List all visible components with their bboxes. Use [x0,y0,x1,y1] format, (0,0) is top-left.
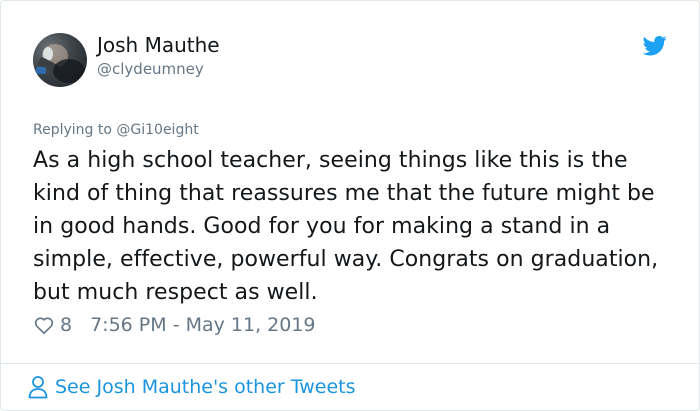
replying-prefix: Replying to [33,122,112,138]
twitter-bird-icon[interactable] [643,35,667,57]
reply-handle-link[interactable]: @Gi10eight [116,122,198,138]
replying-to: Replying to @Gi10eight [33,121,199,139]
display-name[interactable]: Josh Mauthe [97,33,220,57]
tweet-meta: 8 7:56 PM - May 11, 2019 [33,312,316,338]
divider [1,363,699,364]
person-icon [28,376,48,399]
avatar[interactable] [33,33,87,87]
timestamp-link[interactable]: 7:56 PM - May 11, 2019 [90,314,315,336]
see-other-tweets-label: See Josh Mauthe's other Tweets [55,376,356,398]
tweet-text: As a high school teacher, seeing things … [33,148,659,305]
heart-icon[interactable] [33,314,55,336]
user-handle[interactable]: @clydeumney [97,60,204,78]
like-count: 8 [60,314,73,336]
see-other-tweets-link[interactable]: See Josh Mauthe's other Tweets [27,373,356,401]
tweet-card: Josh Mauthe @clydeumney Replying to @Gi1… [0,0,700,411]
